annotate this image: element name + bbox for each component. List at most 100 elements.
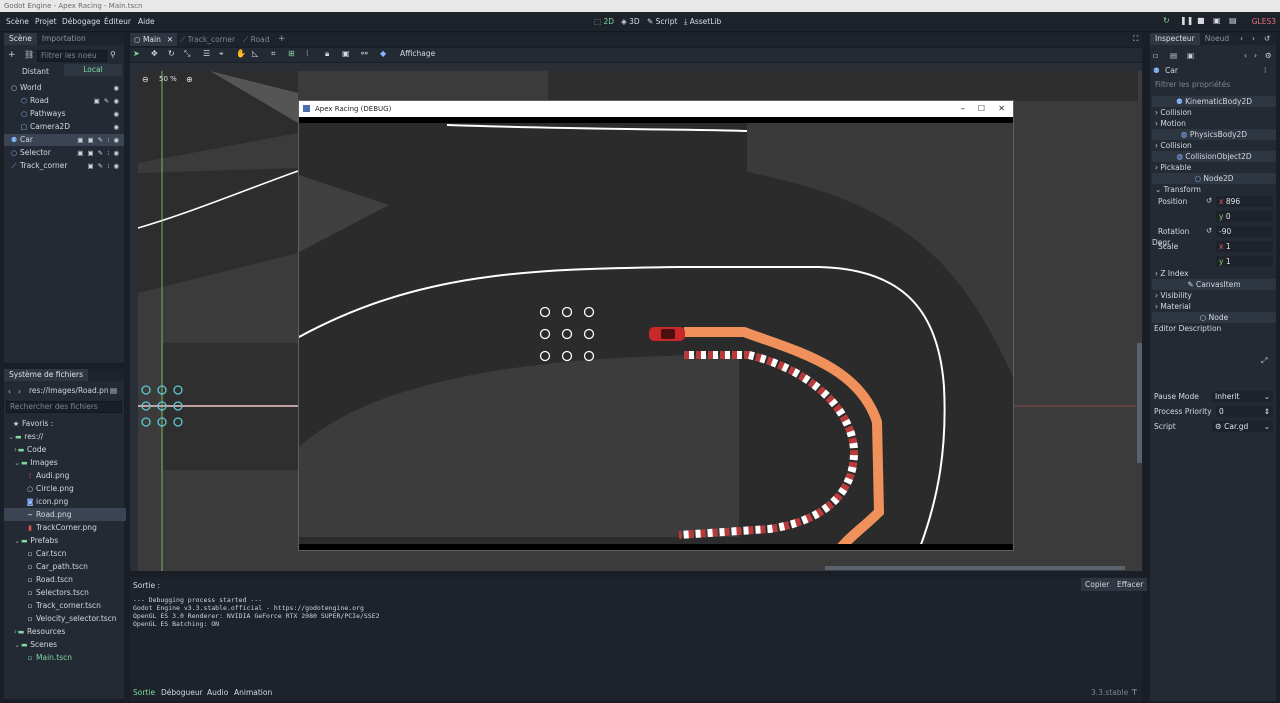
tree-node-track-corner[interactable]: ⟋ Track_corner ▣ ✎ ⁝ ◉ xyxy=(4,160,124,172)
split-view-icon[interactable]: ▤ xyxy=(110,386,117,395)
section-physicsbody2d[interactable]: ◍ PhysicsBody2D xyxy=(1152,129,1276,140)
pause-icon[interactable]: ❚❚ xyxy=(1180,16,1193,25)
scene-filter-input[interactable]: Filtrer les noeu xyxy=(37,50,107,62)
fs-folder-code[interactable]: ›▬ Code xyxy=(4,443,126,456)
fs-file-audi[interactable]: ! Audi.png xyxy=(4,469,126,482)
grid-snap-icon[interactable]: ⊞ xyxy=(288,49,295,58)
tab-animation[interactable]: Animation xyxy=(234,688,272,697)
scale-tool-icon[interactable]: ⤡ xyxy=(184,49,190,59)
mode-2d-button[interactable]: ⬚ 2D xyxy=(594,17,614,26)
lock-icon[interactable]: 🔒︎ xyxy=(325,49,329,59)
position-y-field[interactable]: y 0 xyxy=(1216,211,1273,222)
nav-forward-icon[interactable]: › xyxy=(18,387,21,396)
snap-icon[interactable]: ⌗ xyxy=(271,49,276,59)
maximize-icon[interactable]: ☐ xyxy=(978,101,985,117)
clear-button[interactable]: Effacer xyxy=(1113,578,1148,591)
fs-file-circle[interactable]: ○ Circle.png xyxy=(4,482,126,495)
fs-favorites[interactable]: ★ Favoris : xyxy=(4,417,126,430)
save-resource-icon[interactable]: ▣ xyxy=(1187,51,1194,60)
tree-node-world[interactable]: ○ World ◉ xyxy=(4,82,124,94)
zoom-out-icon[interactable]: ⊖ xyxy=(142,75,149,84)
vertical-scrollbar[interactable] xyxy=(1137,343,1142,463)
close-icon[interactable]: ✕ xyxy=(167,35,173,44)
more-options-icon[interactable]: ⁝ xyxy=(306,49,309,58)
script-resource-picker[interactable]: ⚙ Car.gd ⌄ xyxy=(1212,421,1273,432)
fs-folder-images[interactable]: ⌄▬ Images xyxy=(4,456,126,469)
revert-icon[interactable]: ↺ xyxy=(1206,196,1212,205)
tree-node-road[interactable]: ⬡ Road ▣ ✎ ◉ xyxy=(4,95,124,107)
section-collisionobject2d[interactable]: ◍ CollisionObject2D xyxy=(1152,151,1276,162)
pin-icon[interactable]: ⊤ xyxy=(1131,688,1138,697)
tab-track-corner[interactable]: ⟋ Track_corner xyxy=(180,33,235,46)
scale-x-field[interactable]: x 1 xyxy=(1216,241,1273,252)
history-forward-icon[interactable]: › xyxy=(1252,33,1255,45)
mode-assetlib-button[interactable]: ⤓ AssetLib xyxy=(684,17,721,27)
fullscreen-icon[interactable]: ⛶ xyxy=(1133,34,1138,44)
camera-override-icon[interactable]: ◆ xyxy=(380,49,386,58)
tab-import[interactable]: Importation xyxy=(37,33,91,45)
menu-debug[interactable]: Débogage xyxy=(62,17,100,26)
nav-back-icon[interactable]: ‹ xyxy=(8,387,11,396)
view-menu[interactable]: Affichage xyxy=(400,49,435,58)
debug-game-window[interactable]: Apex Racing (DEBUG) – ☐ ✕ xyxy=(298,100,1014,551)
list-tool-icon[interactable]: ☰ xyxy=(203,49,210,58)
move-tool-icon[interactable]: ✥ xyxy=(151,49,158,58)
tab-output[interactable]: Sortie xyxy=(133,688,155,697)
tab-audio[interactable]: Audio xyxy=(207,688,228,697)
renderer-label[interactable]: GLES3 xyxy=(1252,17,1276,26)
history-icon[interactable]: ↺ xyxy=(1264,33,1270,45)
group-icon[interactable]: ▣ xyxy=(342,49,350,58)
rotate-tool-icon[interactable]: ↻ xyxy=(168,49,175,58)
object-properties-icon[interactable]: ⚙ xyxy=(1265,51,1272,60)
local-tab[interactable]: Local xyxy=(64,64,122,76)
tab-road[interactable]: ⟋ Road xyxy=(243,33,269,46)
group-collision[interactable]: › Collision xyxy=(1152,107,1276,118)
tree-node-car[interactable]: ⚉ Car ▣ ▣ ✎ ⁝ ◉ xyxy=(4,134,124,146)
property-filter-input[interactable]: Filtrer les propriétés xyxy=(1152,80,1274,92)
filesystem-path[interactable]: res://Images/Road.pn xyxy=(26,386,109,398)
visibility-eye-icon[interactable]: ◉ xyxy=(113,121,120,133)
visibility-eye-icon[interactable]: ◉ xyxy=(113,82,120,94)
fs-folder-scenes[interactable]: ⌄▬ Scenes xyxy=(4,638,126,651)
mode-script-button[interactable]: ✎ Script xyxy=(647,17,677,26)
section-node[interactable]: ○ Node xyxy=(1152,312,1276,323)
group-visibility[interactable]: › Visibility xyxy=(1152,290,1276,301)
fs-file-car-path[interactable]: ▫ Car_path.tscn xyxy=(4,560,126,573)
reload-icon[interactable]: ↻ xyxy=(1163,16,1170,25)
position-x-field[interactable]: x 896 xyxy=(1216,196,1273,207)
visibility-eye-icon[interactable]: ◉ xyxy=(113,108,120,120)
tab-node[interactable]: Noeud xyxy=(1200,33,1234,45)
play-custom-icon[interactable]: ▤ xyxy=(1229,16,1237,25)
group-material[interactable]: › Material xyxy=(1152,301,1276,312)
fs-file-road-scene[interactable]: ▫ Road.tscn xyxy=(4,573,126,586)
close-window-icon[interactable]: ✕ xyxy=(998,101,1005,117)
minimize-icon[interactable]: – xyxy=(961,101,966,117)
group-motion[interactable]: › Motion xyxy=(1152,118,1276,129)
tab-scene[interactable]: Scène xyxy=(4,33,37,45)
fs-file-car[interactable]: ▫ Car.tscn xyxy=(4,547,126,560)
row-status-icons[interactable]: ▣ ▣ ✎ ⁝ ◉ xyxy=(77,147,120,159)
fs-file-selectors[interactable]: ▫ Selectors.tscn xyxy=(4,586,126,599)
tree-node-selector[interactable]: ○ Selector ▣ ▣ ✎ ⁝ ◉ xyxy=(4,147,124,159)
revert-icon[interactable]: ↺ xyxy=(1206,226,1212,235)
section-canvasitem[interactable]: ✎ CanvasItem xyxy=(1152,279,1276,290)
remote-tab[interactable]: Distant xyxy=(22,67,49,76)
fs-folder-resources[interactable]: ›▬ Resources xyxy=(4,625,126,638)
group-pickable[interactable]: › Pickable xyxy=(1152,162,1276,173)
load-resource-icon[interactable]: ▤ xyxy=(1170,51,1177,60)
add-node-icon[interactable]: + xyxy=(8,50,16,60)
expand-icon[interactable]: ⤢ xyxy=(1261,356,1267,366)
section-kinematicbody2d[interactable]: ⚉ KinematicBody2D xyxy=(1152,96,1276,107)
pause-mode-select[interactable]: Inherit ⌄ xyxy=(1212,391,1273,402)
tab-main[interactable]: ○ Main ✕ xyxy=(130,33,178,46)
fs-folder-res[interactable]: ⌄▬ res:// xyxy=(4,430,126,443)
fs-file-trackcorner[interactable]: ▮ TrackCorner.png xyxy=(4,521,126,534)
tab-inspector[interactable]: Inspecteur xyxy=(1150,33,1200,45)
fs-folder-prefabs[interactable]: ⌄▬ Prefabs xyxy=(4,534,126,547)
group-collision[interactable]: › Collision xyxy=(1152,140,1276,151)
tree-node-camera2d[interactable]: ▢ Camera2D ◉ xyxy=(4,121,124,133)
group-transform[interactable]: ⌄ Transform xyxy=(1152,184,1276,195)
add-tab-icon[interactable]: + xyxy=(278,33,286,46)
next-property-icon[interactable]: › xyxy=(1254,51,1257,60)
pan-tool-icon[interactable]: ✋ xyxy=(236,49,246,58)
